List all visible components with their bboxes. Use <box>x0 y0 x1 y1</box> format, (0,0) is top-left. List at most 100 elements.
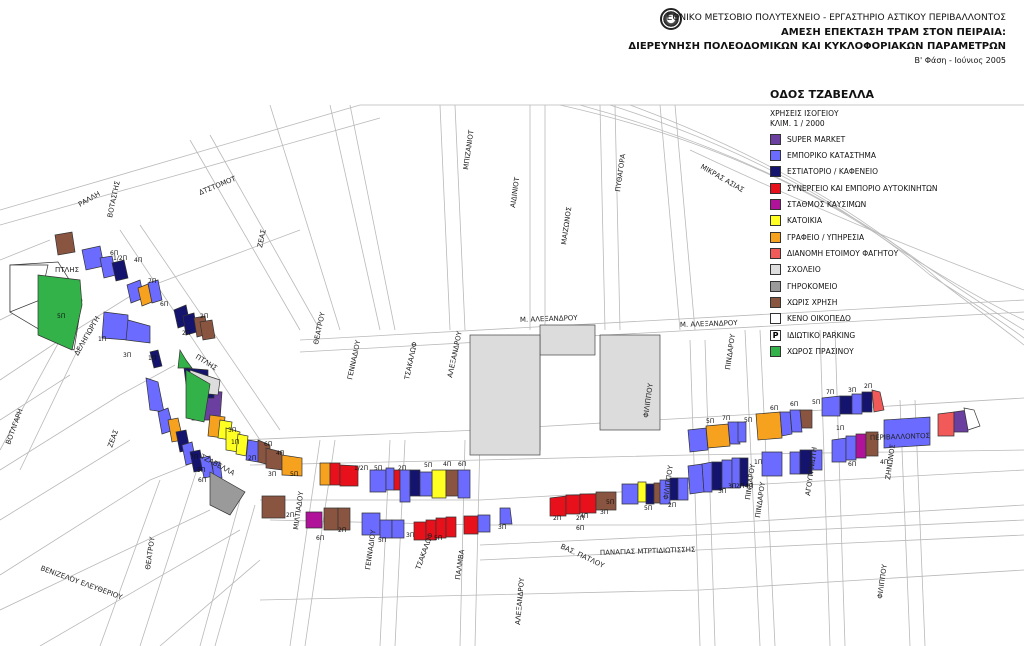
parcel <box>391 519 405 539</box>
legend-label: ΚΕΝΟ ΟΙΚΟΠΕΔΟ <box>787 314 851 324</box>
legend-item: ΣΤΑΘΜΟΣ ΚΑΥΣΙΜΩΝ <box>770 196 938 212</box>
legend-swatch <box>770 280 781 292</box>
legend-item: P ΙΔΙΩΤΙΚΟ PARKING <box>770 327 938 343</box>
storey-label: 3Π <box>228 427 236 434</box>
storey-label: 4Π <box>580 513 588 520</box>
parcel <box>319 462 331 486</box>
storey-label: 2Π <box>182 330 190 337</box>
storey-label: 5Π <box>374 465 382 472</box>
storey-label: 1Π <box>836 425 844 432</box>
legend-label: ΧΩΡΟΣ ΠΡΑΣΙΝΟΥ <box>787 347 854 357</box>
parcel <box>851 393 863 415</box>
legend-item: SUPER MARKET <box>770 131 938 147</box>
legend-swatch <box>770 215 781 227</box>
parcel <box>431 469 447 499</box>
street-label: Μ. ΑΛΕΞΑΝΔΡΟΥ <box>520 314 579 324</box>
street-label: ΖΕΑΣ <box>106 429 120 449</box>
header-title-line1: ΑΜΕΣΗ ΕΠΕΚΤΑΣΗ ΤΡΑΜ ΣΤΟΝ ΠΕΙΡΑΙΑ: <box>781 27 1006 38</box>
legend-swatch <box>770 150 781 162</box>
building-block <box>539 324 596 356</box>
storey-label: 5Π <box>812 399 820 406</box>
parcel <box>145 377 165 413</box>
storey-label: 4Π <box>880 459 888 466</box>
legend-subtitle: ΧΡΗΣΕΙΣ ΙΣΟΓΕΙΟΥ <box>770 109 839 118</box>
parcel <box>737 421 747 443</box>
street-label: Μ. ΑΛΕΞΑΝΔΡΟΥ <box>680 319 739 329</box>
storey-label: 4Π <box>443 461 451 468</box>
storey-label: 2Π <box>338 527 346 534</box>
parcel <box>579 493 597 514</box>
legend-label: ΓΗΡΟΚΟΜΕΙΟ <box>787 281 838 291</box>
storey-label: 2Π <box>200 313 208 320</box>
parcel <box>499 507 513 525</box>
legend-label: ΣΥΝΕΡΓΕΙΟ ΚΑΙ ΕΜΠΟΡΙΟ ΑΥΤΟΚΙΝΗΤΩΝ <box>787 183 938 193</box>
legend-label: ΕΣΤΙΑΤΟΡΙΟ / ΚΑΦΕΝΕΙΟ <box>787 167 878 177</box>
storey-label: 2Π <box>736 483 744 490</box>
storey-label: 3Π <box>600 509 608 516</box>
storey-label: 5Π <box>378 537 386 544</box>
parcel <box>705 423 731 449</box>
street-label: ΘΕΑΤΡΟΥ <box>312 311 327 346</box>
storey-label: 5Π <box>606 499 614 506</box>
parcel <box>329 462 341 486</box>
parcel <box>379 519 393 539</box>
storey-label: 5Π <box>57 313 65 320</box>
street-label: ΓΕΝΝΑΔΙΟΥ <box>346 339 362 381</box>
storey-label: 2Π <box>668 502 676 509</box>
parcel <box>177 348 193 369</box>
storey-label: 3Π <box>406 532 414 539</box>
parcel <box>687 427 709 453</box>
legend-swatch <box>770 199 781 211</box>
street-label: ΔΤΣΤΟΜΟΤ <box>198 175 238 197</box>
street-label: ΑΙΔΙΝΙΟΤ <box>509 176 521 208</box>
street-label: ΠΤΛΗΣ <box>55 266 79 274</box>
legend-swatch: P <box>770 329 781 341</box>
base-blocks <box>469 324 661 456</box>
legend-label: ΕΜΠΟΡΙΚΟ ΚΑΤΑΣΤΗΜΑ <box>787 151 877 161</box>
parcel <box>687 463 705 495</box>
parcel <box>565 494 581 515</box>
parcel <box>111 259 129 282</box>
legend-title: ΟΔΟΣ ΤΖΑΒΕΛΛΑ <box>770 88 874 101</box>
parcel <box>549 495 567 517</box>
legend-label: SUPER MARKET <box>787 134 846 144</box>
parcel <box>54 231 76 256</box>
legend-swatch <box>770 346 781 358</box>
street-label: ΤΣΑΚΑΛΩΦ <box>403 341 419 382</box>
legend-label: ΚΑΤΟΙΚΙΑ <box>787 216 823 226</box>
storey-label: 5Π <box>644 505 652 512</box>
header-institution: ΕΘΝΙΚΟ ΜΕΤΣΟΒΙΟ ΠΟΛΥΤΕΧΝΕΙΟ - ΕΡΓΑΣΤΗΡΙΟ… <box>666 13 1006 23</box>
parcel <box>199 319 216 341</box>
street-label: ΜΙΚΡΑΣ ΑΣΙΑΣ <box>699 163 745 194</box>
storey-label: 5Π <box>290 471 298 478</box>
parcel <box>621 483 639 505</box>
storey-label: 4Π <box>745 483 753 490</box>
legend-item: ΣΥΝΕΡΓΕΙΟ ΚΑΙ ΕΜΠΟΡΙΟ ΑΥΤΟΚΙΝΗΤΩΝ <box>770 180 938 196</box>
legend: SUPER MARKET ΕΜΠΟΡΙΚΟ ΚΑΤΑΣΤΗΜΑ ΕΣΤΙΑΤΟΡΙΟ… <box>770 131 938 360</box>
parcel <box>457 469 471 499</box>
parcel <box>789 451 801 475</box>
legend-item: ΓΗΡΟΚΟΜΕΙΟ <box>770 278 938 294</box>
parcel <box>755 411 783 441</box>
storey-label: 1Π <box>754 459 762 466</box>
street-label: ΒΟΤΑΣΓΗΣ <box>106 180 122 218</box>
parcel <box>413 521 427 541</box>
storey-label: 7Π <box>148 278 156 285</box>
legend-swatch <box>770 133 781 145</box>
legend-item: ΔΙΑΝΟΜΗ ΕΤΟΙΜΟΥ ΦΑΓΗΤΟΥ <box>770 245 938 261</box>
storey-label: 6Π <box>160 301 168 308</box>
legend-swatch <box>770 231 781 243</box>
storey-label: 3Π <box>718 488 726 495</box>
parcel <box>855 433 867 459</box>
legend-scale: ΚΛΙΜ. 1 / 2000 <box>770 119 825 128</box>
storey-label: 4Π <box>134 257 142 264</box>
storey-label: 3Π <box>848 387 856 394</box>
legend-label: ΓΡΑΦΕΙΟ / ΥΠΗΡΕΣΙΑ <box>787 232 865 242</box>
parcel <box>463 515 479 535</box>
parcel <box>645 483 655 505</box>
legend-label: ΙΔΙΩΤΙΚΟ PARKING <box>787 330 856 340</box>
legend-swatch <box>770 166 781 178</box>
legend-item: ΚΕΝΟ ΟΙΚΟΠΕΔΟ <box>770 311 938 327</box>
storey-label: 5Π <box>744 417 752 424</box>
parcel <box>445 469 459 497</box>
